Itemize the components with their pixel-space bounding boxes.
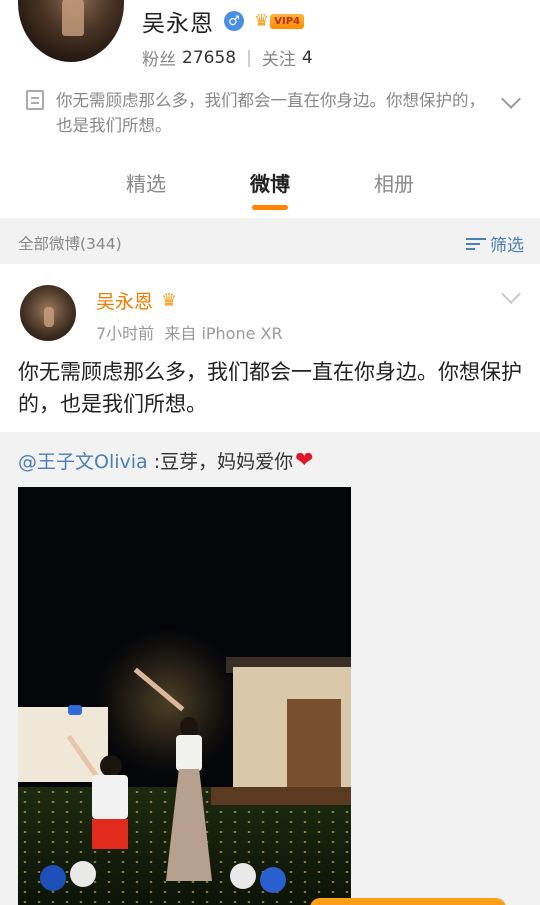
tab-album[interactable]: 相册 [332, 168, 456, 218]
crown-icon: ♛ [254, 11, 270, 31]
post-author-avatar[interactable] [20, 285, 76, 341]
profile-name: 吴永恩 [142, 11, 214, 37]
profile-bio[interactable]: 你无需顾虑那么多，我们都会一直在你身边。你想保护的，也是我们所想。 [26, 88, 526, 138]
vip-level: VIP4 [270, 13, 304, 29]
vip-badge[interactable]: ♛ VIP4 [254, 11, 304, 31]
repost-text: @王子文Olivia :豆芽，妈妈爱你 ❤ [18, 447, 314, 474]
following-label[interactable]: 关注 [262, 45, 296, 70]
filter-icon [466, 236, 486, 252]
tab-featured[interactable]: 精选 [84, 168, 208, 218]
profile-avatar[interactable] [18, 0, 124, 62]
photo-deck [211, 787, 351, 805]
followers-count[interactable]: 27658 [182, 48, 236, 68]
heart-icon: ❤ [295, 448, 314, 473]
tab-weibo[interactable]: 微博 [208, 168, 332, 218]
tab-label: 微博 [250, 172, 290, 196]
following-count[interactable]: 4 [302, 48, 313, 68]
filter-button[interactable]: 筛选 [466, 231, 524, 256]
mention-link[interactable]: @王子文Olivia [18, 447, 148, 474]
post-menu-chevron-icon[interactable] [501, 284, 521, 304]
profile-tabs: 精选 微博 相册 [0, 168, 540, 218]
post-author-name: 吴永恩 [96, 291, 154, 313]
tab-label: 相册 [374, 172, 414, 196]
photo-balloons [40, 855, 290, 905]
all-posts-count: 全部微博(344) [18, 235, 122, 253]
chevron-down-icon[interactable] [501, 89, 521, 109]
active-tab-indicator [252, 205, 288, 210]
photo-window [287, 699, 341, 795]
crown-icon: ♛ [161, 290, 178, 311]
post-meta: 7小时前 来自 iPhone XR [96, 324, 283, 343]
filter-bar: 全部微博(344) 筛选 [0, 218, 540, 264]
floating-action-button[interactable] [310, 898, 506, 905]
profile-stats: 粉丝 27658 | 关注 4 [142, 45, 313, 71]
repost-card[interactable]: @王子文Olivia :豆芽，妈妈爱你 ❤ [0, 432, 540, 905]
document-icon [26, 90, 44, 110]
avatar-figure [44, 307, 54, 327]
avatar-figure [62, 0, 84, 36]
male-icon: ♂ [224, 11, 244, 31]
filter-label: 筛选 [490, 236, 524, 256]
post-text: 你无需顾虑那么多，我们都会一直在你身边。你想保护的，也是我们所想。 [18, 360, 522, 416]
tab-label: 精选 [126, 172, 166, 196]
repost-body: :豆芽，妈妈爱你 [147, 451, 294, 473]
profile-name-row: 吴永恩 ♂ ♛ VIP4 [142, 6, 304, 37]
bio-text: 你无需顾虑那么多，我们都会一直在你身边。你想保护的，也是我们所想。 [56, 91, 485, 135]
post-author[interactable]: 吴永恩 ♛ [96, 287, 177, 314]
post-photo[interactable] [18, 487, 351, 905]
stats-divider: | [246, 47, 252, 68]
followers-label[interactable]: 粉丝 [142, 45, 176, 70]
